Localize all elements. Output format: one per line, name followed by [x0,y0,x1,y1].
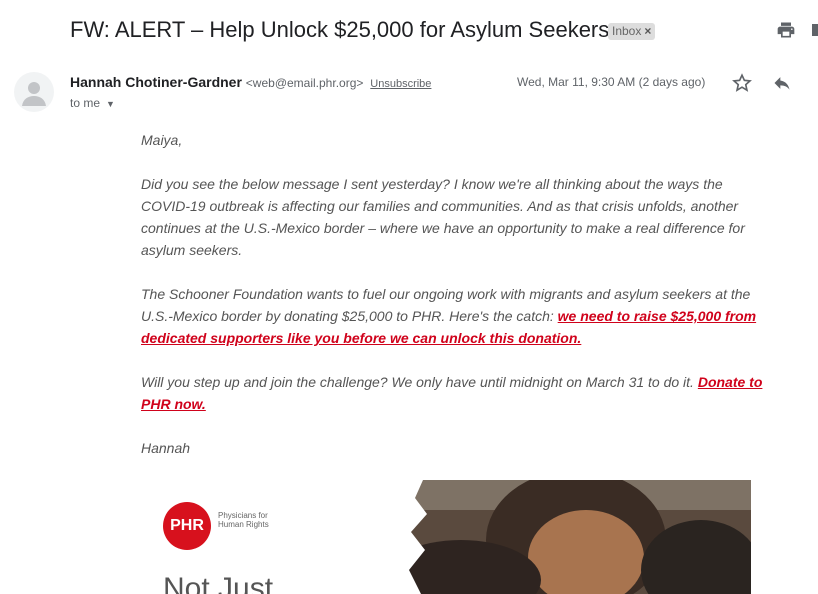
org-name-line-2: Human Rights [218,520,269,529]
phr-logo: PHR [163,502,211,550]
email-date: Wed, Mar 11, 9:30 AM (2 days ago) [517,75,706,89]
inbox-label-chip[interactable]: Inbox × [608,23,656,40]
recipient-text: to me [70,96,101,110]
inbox-label-text: Inbox [612,24,642,38]
avatar [14,72,54,112]
body-paragraph-1: Did you see the below message I sent yes… [141,176,745,258]
phr-org-name: Physicians for Human Rights [218,511,269,529]
banner-photo [401,480,751,594]
newsletter-banner-image[interactable]: PHR Physicians for Human Rights Not Just [141,480,751,594]
recipient-details[interactable]: to me ▼ [70,96,115,110]
sender-name[interactable]: Hannah Chotiner-Gardner [70,74,242,90]
sender-email: <web@email.phr.org> [245,76,364,90]
chevron-down-icon[interactable]: ▼ [106,99,115,109]
unsubscribe-link[interactable]: Unsubscribe [370,78,431,90]
sender-line: Hannah Chotiner-Gardner <web@email.phr.o… [70,74,431,90]
paragraph-3-text: Will you step up and join the challenge?… [141,374,698,390]
open-in-new-window-icon[interactable] [812,20,818,40]
remove-label-icon[interactable]: × [644,24,651,38]
star-icon[interactable] [731,72,753,94]
signoff: Hannah [141,440,191,456]
body-paragraph-3: Will you step up and join the challenge?… [141,371,766,415]
email-subject: FW: ALERT – Help Unlock $25,000 for Asyl… [70,17,610,42]
org-name-line-1: Physicians for [218,511,268,520]
greeting: Maiya, [141,132,183,148]
reply-icon[interactable] [772,73,792,93]
print-icon[interactable] [776,20,796,40]
banner-headline: Not Just [163,572,274,594]
person-icon [22,82,46,106]
body-paragraph-2: The Schooner Foundation wants to fuel ou… [141,283,766,349]
